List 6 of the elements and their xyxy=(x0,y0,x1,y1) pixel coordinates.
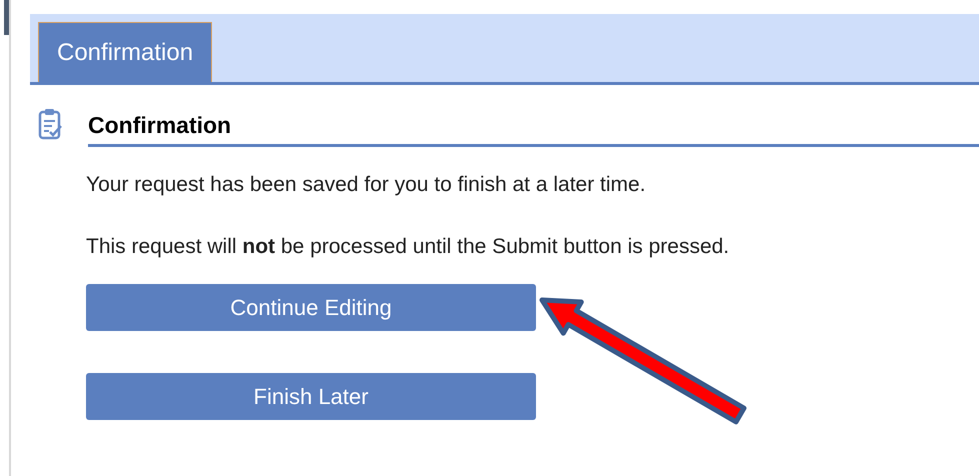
action-button[interactable]: Continue Editing xyxy=(86,284,536,331)
section-title: Confirmation xyxy=(88,112,232,138)
message-text: This request will not be processed until the Submit button is pressed. xyxy=(86,234,730,260)
action-button[interactable]: Finish Later xyxy=(86,373,536,420)
message-text: Your request has been saved for you to finish at a later time. xyxy=(86,172,647,198)
tab[interactable]: Confirmation xyxy=(38,22,212,82)
